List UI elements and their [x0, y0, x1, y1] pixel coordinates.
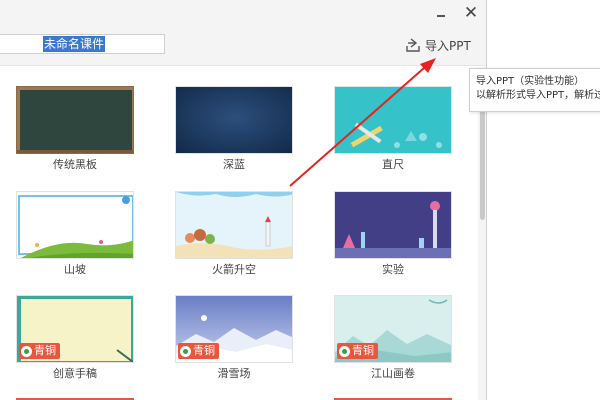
- import-ppt-label: 导入PPT: [425, 38, 471, 53]
- template-label: 深蓝: [223, 158, 245, 171]
- ruler-image: [335, 87, 451, 153]
- tier-badge: 青铜: [337, 343, 378, 359]
- tier-badge-label: 青铜: [193, 344, 215, 357]
- close-icon[interactable]: ✕: [461, 3, 481, 23]
- template-thumbnail: [334, 191, 452, 259]
- tier-badge-label: 青铜: [34, 344, 56, 357]
- tooltip-description: 以解析形式导入PPT，解析过: [476, 90, 600, 101]
- template-label: 滑雪场: [217, 367, 251, 380]
- template-label: 山坡: [64, 263, 86, 276]
- courseware-title-value: 未命名课件: [43, 36, 106, 52]
- import-ppt-tooltip: 导入PPT（实验性功能） 以解析形式导入PPT，解析过: [469, 68, 600, 112]
- badge-icon: [21, 345, 32, 357]
- import-icon: [406, 38, 420, 52]
- template-thumbnail: [334, 86, 452, 154]
- minimize-icon[interactable]: [432, 4, 450, 22]
- badge-icon: [339, 345, 350, 357]
- scrollbar-thumb[interactable]: [480, 100, 485, 220]
- blackboard-image: [17, 87, 133, 153]
- template-card-blackboard[interactable]: 传统黑板: [16, 86, 134, 173]
- courseware-title-input[interactable]: 未命名课件: [0, 34, 165, 54]
- deep-blue-image: [176, 87, 292, 153]
- template-thumbnail: [175, 191, 293, 259]
- template-thumbnail: [16, 191, 134, 259]
- experiment-image: [335, 192, 451, 258]
- tooltip-title: 导入PPT（实验性功能）: [476, 76, 585, 87]
- template-card-ski-resort[interactable]: 青铜 滑雪场: [175, 295, 293, 382]
- import-ppt-button[interactable]: 导入PPT: [405, 35, 471, 55]
- template-label: 传统黑板: [53, 158, 97, 171]
- tier-badge: 青铜: [178, 343, 219, 359]
- template-card-ruler[interactable]: 直尺: [334, 86, 452, 173]
- template-label: 火箭升空: [212, 263, 256, 276]
- hillside-image: [17, 192, 133, 258]
- template-card-experiment[interactable]: 实验: [334, 191, 452, 278]
- rocket-launch-image: [176, 192, 292, 258]
- tier-badge: 青铜: [19, 343, 60, 359]
- template-card-landscape-scroll[interactable]: 青铜 江山画卷: [334, 295, 452, 382]
- template-card-creative-manuscript[interactable]: 青铜 创意手稿: [16, 295, 134, 382]
- badge-icon: [180, 345, 191, 357]
- template-dialog: ✕ 未命名课件 导入PPT 传统黑板 深蓝 直尺 山坡 火箭升空 实验 青铜 创…: [0, 0, 487, 400]
- template-card-hillside[interactable]: 山坡: [16, 191, 134, 278]
- tier-badge-label: 青铜: [352, 344, 374, 357]
- template-label: 直尺: [382, 158, 404, 171]
- template-card-deep-blue[interactable]: 深蓝: [175, 86, 293, 173]
- dialog-header: ✕ 未命名课件 导入PPT: [0, 0, 486, 66]
- template-card-rocket-launch[interactable]: 火箭升空: [175, 191, 293, 278]
- template-label: 实验: [382, 263, 404, 276]
- template-thumbnail: 青铜: [334, 295, 452, 363]
- template-thumbnail: [16, 86, 134, 154]
- template-grid: 传统黑板 深蓝 直尺 山坡 火箭升空 实验 青铜 创意手稿 青铜 滑雪场 青铜 …: [0, 67, 478, 400]
- template-thumbnail: [175, 86, 293, 154]
- template-thumbnail: 青铜: [16, 295, 134, 363]
- template-label: 江山画卷: [371, 367, 415, 380]
- template-label: 创意手稿: [53, 367, 97, 380]
- template-thumbnail: 青铜: [175, 295, 293, 363]
